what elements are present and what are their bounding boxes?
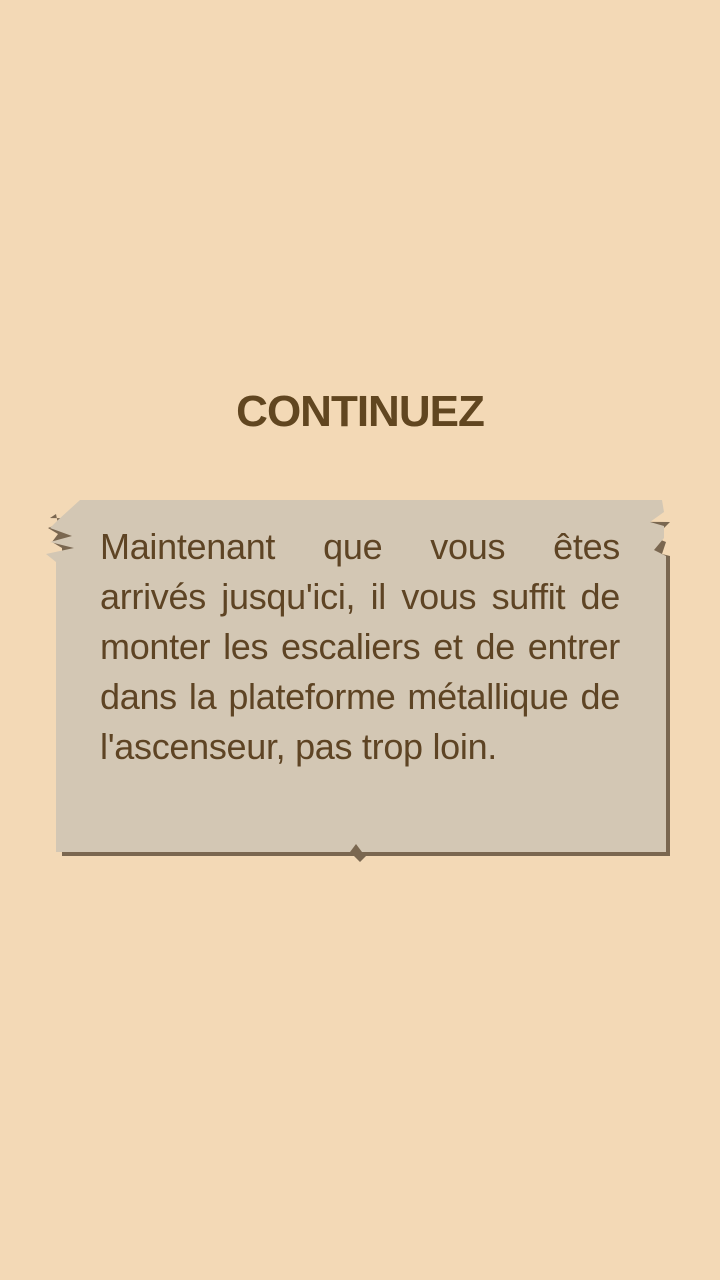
page-title: CONTINUEZ — [236, 387, 485, 436]
continue-screen: CONTINUEZ Maintenant que vous êtes arriv… — [0, 0, 720, 1280]
paper-note-card: Maintenant que vous êtes arrivés jusqu'i… — [44, 498, 670, 870]
note-message: Maintenant que vous êtes arrivés jusqu'i… — [100, 526, 620, 767]
